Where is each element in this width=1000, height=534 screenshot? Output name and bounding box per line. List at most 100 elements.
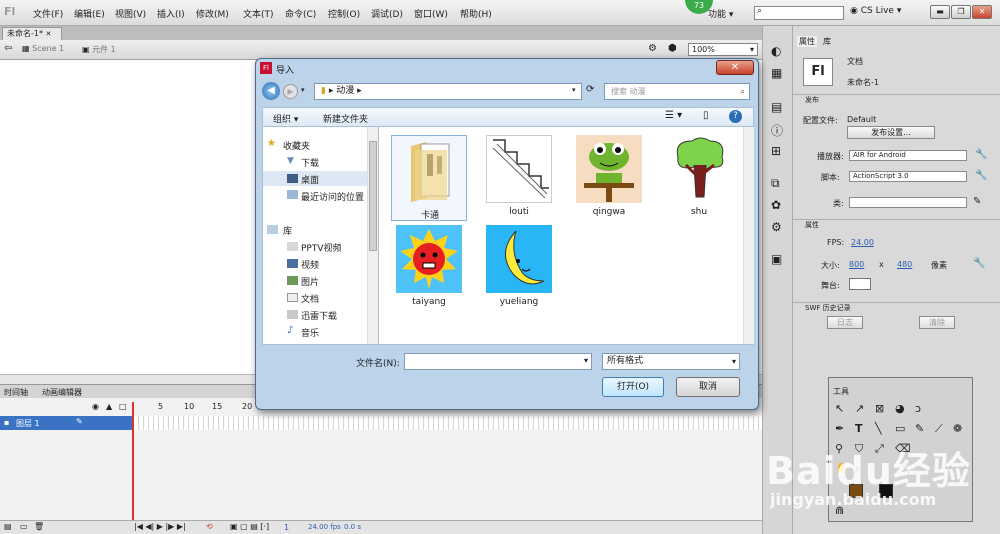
nav-recent-places[interactable]: 最近访问的位置 (301, 190, 364, 203)
loop-icon[interactable]: ⟲ (206, 522, 213, 531)
free-transform-tool-icon[interactable]: ⊠ (875, 402, 884, 415)
nav-libraries[interactable]: 库 (283, 224, 292, 237)
new-layer-icon[interactable]: ▤ (4, 522, 12, 531)
script-select[interactable]: ActionScript 3.0 (849, 171, 967, 182)
file-item[interactable]: shu (661, 135, 737, 221)
height-value[interactable]: 480 (897, 260, 912, 269)
history-dropdown-icon[interactable]: ▾ (301, 86, 305, 94)
nav-scrollbar[interactable] (367, 127, 378, 344)
rectangle-tool-icon[interactable]: ▭ (895, 422, 905, 435)
text-tool-icon[interactable]: T (855, 422, 863, 435)
playback-controls[interactable]: |◀ ◀| ▶ |▶ ▶| (134, 522, 186, 531)
restore-button[interactable]: ❐ (951, 5, 971, 19)
new-folder-icon[interactable]: ▭ (20, 522, 28, 531)
new-folder-button[interactable]: 新建文件夹 (323, 112, 368, 125)
nav-music[interactable]: 音乐 (301, 326, 319, 339)
subselection-tool-icon[interactable]: ↗ (855, 402, 864, 415)
menu-control[interactable]: 控制(O) (328, 7, 360, 20)
document-tab[interactable]: 未命名-1* ✕ (2, 27, 62, 40)
tab-motion-editor[interactable]: 动画编辑器 (42, 387, 82, 398)
file-type-select[interactable]: 所有格式 ▾ (602, 353, 740, 370)
open-button[interactable]: 打开(O) (602, 377, 664, 397)
clear-button[interactable]: 清除 (919, 316, 955, 329)
tab-properties[interactable]: 属性 (797, 36, 817, 47)
address-bar[interactable]: ▮ ▸ 动漫 ▸ (314, 83, 582, 100)
nav-favorites[interactable]: 收藏夹 (283, 139, 310, 152)
nav-pictures[interactable]: 图片 (301, 275, 319, 288)
file-list-scrollbar[interactable] (743, 127, 754, 344)
nav-desktop[interactable]: 桌面 (301, 173, 319, 186)
chevron-down-icon[interactable]: ▾ (584, 356, 588, 365)
nav-pptv[interactable]: PPTV视频 (301, 241, 342, 254)
section-swf-history[interactable]: SWF 历史记录 (793, 302, 1000, 314)
menu-debug[interactable]: 调试(D) (371, 7, 403, 20)
close-tab-icon[interactable]: ✕ (46, 30, 52, 38)
code-snippets-icon[interactable]: ⧉ (771, 176, 780, 191)
brush-tool-icon[interactable]: ⟋ (935, 422, 943, 436)
deco-tool-icon[interactable]: ❁ (953, 422, 962, 435)
forward-icon[interactable]: ▶ (283, 84, 298, 99)
lock-icon[interactable]: ▲ (106, 402, 112, 411)
dialog-close-button[interactable]: ✕ (716, 60, 754, 75)
frame-row[interactable] (134, 416, 762, 430)
menu-insert[interactable]: 插入(I) (157, 7, 185, 20)
info-icon[interactable]: ⓘ (771, 122, 783, 139)
help-search-input[interactable]: ⌕ (754, 6, 844, 20)
edit-symbol-icon[interactable]: ⬢ (668, 43, 677, 54)
layer-name[interactable]: 图层 1 (16, 418, 40, 429)
align-icon[interactable]: ▤ (771, 100, 782, 114)
close-window-button[interactable]: ✕ (972, 5, 992, 19)
pencil-tool-icon[interactable]: ✎ (915, 422, 924, 435)
address-dropdown-icon[interactable]: ▾ (572, 86, 576, 94)
motion-presets-icon[interactable]: ⚙ (771, 220, 782, 234)
menu-view[interactable]: 视图(V) (115, 7, 146, 20)
back-icon[interactable]: ◀ (262, 82, 280, 100)
filename-input[interactable]: ▾ (404, 353, 592, 370)
menu-modify[interactable]: 修改(M) (196, 7, 229, 20)
3d-rotation-tool-icon[interactable]: ◕ (895, 402, 905, 415)
file-item[interactable]: qingwa (571, 135, 647, 221)
pen-tool-icon[interactable]: ✒ (835, 422, 844, 435)
nav-documents[interactable]: 文档 (301, 292, 319, 305)
nav-thunder-downloads[interactable]: 迅雷下载 (301, 309, 337, 322)
menu-help[interactable]: 帮助(H) (460, 7, 492, 20)
menu-text[interactable]: 文本(T) (243, 7, 274, 20)
transform-icon[interactable]: ⊞ (771, 144, 781, 158)
stage-color-swatch[interactable] (849, 278, 871, 290)
player-select[interactable]: AIR for Android (849, 150, 967, 161)
edit-scene-icon[interactable]: ⚙ (648, 43, 657, 54)
nav-videos[interactable]: 视频 (301, 258, 319, 271)
tab-timeline[interactable]: 时间轴 (4, 387, 28, 398)
eye-icon[interactable]: ◉ (92, 402, 99, 411)
cancel-button[interactable]: 取消 (676, 377, 740, 397)
section-properties[interactable]: 属性 (793, 219, 1000, 231)
class-input[interactable] (849, 197, 967, 208)
nav-scrollbar-thumb[interactable] (369, 141, 377, 251)
scene-breadcrumb[interactable]: ▦ Scene 1 (22, 44, 64, 53)
playhead[interactable] (132, 402, 134, 520)
preview-pane-icon[interactable]: ▯ (703, 110, 709, 121)
fps-value[interactable]: 24.00 (851, 238, 874, 247)
organize-button[interactable]: 组织 ▾ (273, 112, 298, 125)
color-icon[interactable]: ◐ (771, 44, 781, 58)
menu-file[interactable]: 文件(F) (33, 7, 63, 20)
zoom-select[interactable]: 100% ▾ (688, 43, 758, 56)
cs-live-button[interactable]: ◉ CS Live ▾ (850, 6, 901, 16)
line-tool-icon[interactable]: ╲ (875, 422, 882, 435)
help-icon[interactable]: ? (729, 110, 742, 123)
minimize-button[interactable]: ▬ (930, 5, 950, 19)
file-item[interactable]: taiyang (391, 225, 467, 311)
edit-class-icon[interactable]: ✎ (973, 196, 981, 207)
onion-skin-icons[interactable]: ▣ ▢ ▤ [·] (230, 522, 269, 531)
workspace-switcher[interactable]: 功能 ▾ (708, 7, 733, 20)
menu-window[interactable]: 窗口(W) (414, 7, 448, 20)
project-icon[interactable]: ▣ (771, 252, 782, 266)
log-button[interactable]: 日志 (827, 316, 863, 329)
refresh-icon[interactable]: ⟳ (586, 84, 594, 95)
menu-edit[interactable]: 编辑(E) (74, 7, 105, 20)
width-value[interactable]: 800 (849, 260, 864, 269)
lasso-tool-icon[interactable]: ↄ (915, 402, 921, 415)
swatches-icon[interactable]: ▦ (771, 66, 782, 80)
publish-settings-button[interactable]: 发布设置... (847, 126, 935, 139)
file-item[interactable]: 卡通 (391, 135, 467, 221)
